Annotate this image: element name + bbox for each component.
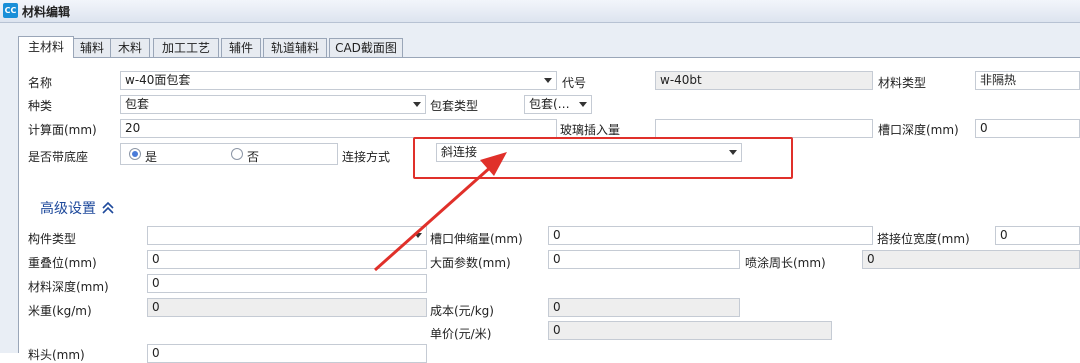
tab-accessory-parts[interactable]: 辅件 — [221, 38, 261, 57]
radio-no-label: 否 — [247, 150, 260, 164]
cut-label: 料头(mm) — [28, 348, 85, 362]
overlap-label: 重叠位(mm) — [28, 256, 97, 270]
window-title: 材料编辑 — [22, 5, 71, 19]
tab-cad-section[interactable]: CAD截面图 — [329, 38, 403, 57]
chevron-down-icon[interactable] — [579, 102, 587, 107]
big-surface-field[interactable]: 0 — [548, 250, 740, 269]
meter-weight-label: 米重(kg/m) — [28, 304, 92, 318]
unit-price-field: 0 — [548, 321, 832, 340]
glass-insert-label: 玻璃插入量 — [560, 123, 621, 137]
meter-weight-field: 0 — [147, 298, 427, 317]
material-type-label: 材料类型 — [878, 76, 927, 90]
has-base-label: 是否带底座 — [28, 150, 89, 164]
big-surface-label: 大面参数(mm) — [430, 256, 511, 270]
category-combobox[interactable]: 包套 — [120, 95, 426, 114]
lap-width-label: 搭接位宽度(mm) — [877, 232, 970, 246]
code-field: w-40bt — [655, 71, 873, 90]
calc-surface-label: 计算面(mm) — [28, 123, 97, 137]
component-type-combobox[interactable] — [147, 226, 427, 245]
calc-surface-field[interactable]: 20 — [120, 119, 557, 138]
tab-accessory-material[interactable]: 辅料 — [73, 38, 111, 57]
highlight-box — [413, 137, 793, 179]
groove-stretch-field[interactable]: 0 — [548, 226, 873, 245]
chevron-down-icon[interactable] — [413, 102, 421, 107]
code-label: 代号 — [562, 76, 587, 90]
overlap-field[interactable]: 0 — [147, 250, 427, 269]
app-logo-icon: CC — [3, 3, 18, 18]
sleeve-type-label: 包套类型 — [430, 99, 479, 113]
material-depth-label: 材料深度(mm) — [28, 280, 109, 294]
tab-processing[interactable]: 加工工艺 — [153, 38, 219, 57]
groove-depth-label: 槽口深度(mm) — [878, 123, 959, 137]
glass-insert-field[interactable] — [655, 119, 873, 138]
name-label: 名称 — [28, 76, 53, 90]
chevron-down-icon[interactable] — [544, 78, 552, 83]
radio-no[interactable] — [231, 148, 243, 160]
name-combobox[interactable]: w-40面包套 — [120, 71, 557, 90]
component-type-label: 构件类型 — [28, 232, 77, 246]
lap-width-field[interactable]: 0 — [995, 226, 1080, 245]
cut-field[interactable]: 0 — [147, 344, 427, 363]
groove-depth-field[interactable]: 0 — [975, 119, 1080, 138]
material-depth-field[interactable]: 0 — [147, 274, 427, 293]
chevron-up-icon[interactable] — [100, 199, 116, 215]
advanced-settings-title[interactable]: 高级设置 — [40, 198, 96, 218]
cost-label: 成本(元/kg) — [430, 304, 494, 318]
chevron-down-icon[interactable] — [414, 233, 422, 238]
material-type-field[interactable]: 非隔热 — [975, 71, 1080, 90]
spray-perimeter-field: 0 — [862, 250, 1080, 269]
spray-perimeter-label: 喷涂周长(mm) — [745, 256, 826, 270]
radio-yes[interactable] — [129, 148, 141, 160]
unit-price-label: 单价(元/米) — [430, 327, 492, 341]
groove-stretch-label: 槽口伸缩量(mm) — [430, 232, 523, 246]
tab-wood[interactable]: 木料 — [110, 38, 150, 57]
connection-label: 连接方式 — [342, 150, 391, 164]
category-label: 种类 — [28, 99, 53, 113]
cost-field: 0 — [548, 298, 740, 317]
title-bar — [0, 0, 1080, 23]
radio-yes-label: 是 — [145, 150, 158, 164]
tab-track-accessory[interactable]: 轨道辅料 — [263, 38, 327, 57]
tab-main-material[interactable]: 主材料 — [18, 36, 74, 58]
